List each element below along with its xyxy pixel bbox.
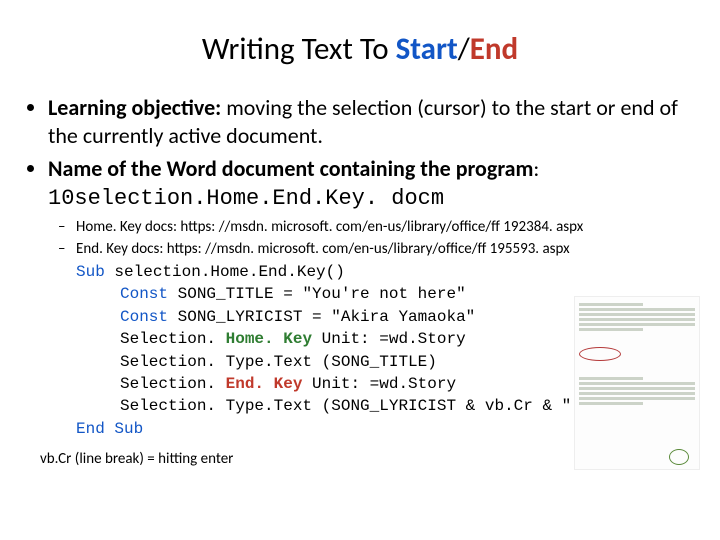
bullet-doc-name-code: 10selection.Home.End.Key. docm [48, 186, 444, 211]
document-thumbnail [574, 296, 700, 470]
const-song-title: SONG_TITLE = "You're not here" [168, 285, 466, 303]
bullet-doc-name-colon: : [533, 155, 539, 182]
sel-homekey-post: Unit: =wd.Story [312, 330, 466, 348]
sel-homekey-pre: Selection. [120, 330, 226, 348]
thumbnail-green-circle-icon [669, 449, 689, 465]
title-start: Start [396, 30, 458, 68]
homekey-call: Home. Key [226, 330, 312, 348]
homekey-docs-link: Home. Key docs: https: //msdn. microsoft… [76, 218, 696, 238]
endkey-docs-link: End. Key docs: https: //msdn. microsoft.… [76, 240, 696, 260]
endkey-call: End. Key [226, 375, 303, 393]
slide: Writing Text To Start/End Learning objec… [0, 0, 720, 540]
sel-endkey-post: Unit: =wd.Story [302, 375, 456, 393]
kw-const-2: Const [120, 308, 168, 326]
const-song-lyricist: SONG_LYRICIST = "Akira Yamaoka" [168, 308, 475, 326]
title-part-1: Writing Text To [202, 30, 396, 68]
title-slash: / [458, 30, 470, 68]
slide-title: Writing Text To Start/End [24, 30, 696, 68]
kw-const-1: Const [120, 285, 168, 303]
title-end: End [470, 30, 518, 68]
thumbnail-red-oval-icon [579, 347, 621, 361]
kw-sub: Sub [76, 263, 105, 281]
sub-name: selection.Home.End.Key() [105, 263, 345, 281]
bullet-learning-objective-label: Learning objective: [48, 94, 221, 121]
bullet-doc-name-label: Name of the Word document containing the… [48, 155, 533, 182]
sel-endkey-pre: Selection. [120, 375, 226, 393]
bullet-learning-objective: Learning objective: moving the selection… [48, 94, 696, 149]
